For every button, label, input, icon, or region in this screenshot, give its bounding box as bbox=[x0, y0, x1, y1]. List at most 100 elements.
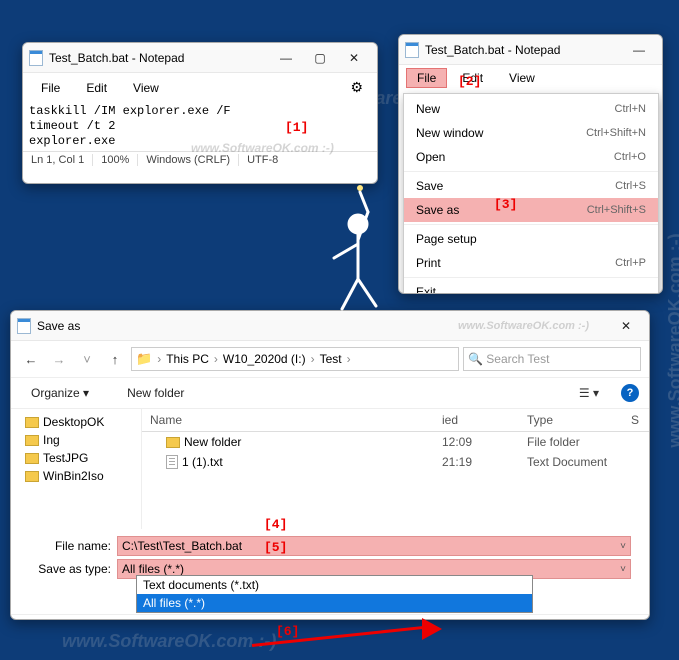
label: Save bbox=[416, 179, 615, 193]
file-row-folder[interactable]: New folder 12:09 File folder bbox=[142, 432, 649, 452]
help-button[interactable]: ? bbox=[621, 384, 639, 402]
menu-exit[interactable]: Exit bbox=[404, 280, 658, 294]
folder-tree[interactable]: DesktopOK Ing TestJPG WinBin2Iso bbox=[11, 409, 141, 529]
col-size[interactable]: S bbox=[631, 413, 649, 427]
window-title: Test_Batch.bat - Notepad bbox=[425, 43, 622, 57]
menu-save[interactable]: SaveCtrl+S bbox=[404, 174, 658, 198]
label: TestJPG bbox=[43, 451, 88, 465]
nav-up-button[interactable]: ↑ bbox=[103, 352, 127, 367]
menu-view[interactable]: View bbox=[499, 69, 545, 87]
menu-page-setup[interactable]: Page setup bbox=[404, 227, 658, 251]
crumb-folder[interactable]: Test bbox=[318, 352, 344, 366]
folder-icon bbox=[166, 437, 180, 448]
shortcut: Ctrl+Shift+N bbox=[586, 127, 646, 139]
menu-edit[interactable]: Edit bbox=[76, 79, 117, 97]
search-icon: 🔍 bbox=[468, 352, 483, 366]
organize-button[interactable]: Organize ▾ bbox=[21, 384, 99, 402]
side-desktopok[interactable]: DesktopOK bbox=[25, 413, 137, 431]
watermark-overlay: www.SoftwareOK.com :-) bbox=[458, 320, 589, 332]
option-text-documents[interactable]: Text documents (*.txt) bbox=[137, 576, 532, 594]
minimize-button[interactable]: ― bbox=[269, 48, 303, 68]
label: WinBin2Iso bbox=[43, 469, 104, 483]
shortcut: Ctrl+N bbox=[615, 103, 646, 115]
menu-new[interactable]: NewCtrl+N bbox=[404, 97, 658, 121]
decorative-figure bbox=[310, 184, 400, 324]
savetype-value: All files (*.*) bbox=[122, 562, 184, 576]
label: Exit bbox=[416, 285, 646, 294]
titlebar[interactable]: Test_Batch.bat - Notepad ― ▢ ✕ bbox=[23, 43, 377, 73]
list-header: Name ied Type S bbox=[142, 409, 649, 432]
side-winbin2iso[interactable]: WinBin2Iso bbox=[25, 467, 137, 485]
settings-gear-icon[interactable]: ⚙ bbox=[344, 77, 369, 98]
menu-view[interactable]: View bbox=[123, 79, 169, 97]
folder-icon bbox=[25, 435, 39, 446]
label: Open bbox=[416, 150, 614, 164]
savetype-label: Save as type: bbox=[29, 562, 111, 576]
watermark-side: www.SoftwareOK.com :-) bbox=[665, 233, 679, 447]
savetype-dropdown: Text documents (*.txt) All files (*.*) bbox=[136, 575, 533, 613]
side-testjpg[interactable]: TestJPG bbox=[25, 449, 137, 467]
notepad-window-2: Test_Batch.bat - Notepad ― File Edit Vie… bbox=[398, 34, 663, 294]
nav-forward-button[interactable]: → bbox=[47, 352, 71, 367]
crumb-sep: › bbox=[346, 352, 352, 366]
minimize-button[interactable]: ― bbox=[622, 40, 656, 60]
filename-value: C:\Test\Test_Batch.bat bbox=[122, 539, 242, 553]
editor-body[interactable]: taskkill /IM explorer.exe /F timeout /t … bbox=[23, 102, 377, 151]
annotation-6: [6] bbox=[276, 624, 299, 639]
nav-back-button[interactable]: ← bbox=[19, 352, 43, 367]
filename-label: File name: bbox=[29, 539, 111, 553]
close-button[interactable]: ✕ bbox=[337, 48, 371, 68]
menu-print[interactable]: PrintCtrl+P bbox=[404, 251, 658, 275]
label: New bbox=[416, 102, 615, 116]
file-row-txt[interactable]: 1 (1).txt 21:19 Text Document bbox=[142, 452, 649, 472]
window-title: Test_Batch.bat - Notepad bbox=[49, 51, 269, 65]
maximize-button[interactable]: ▢ bbox=[303, 48, 337, 68]
crumb-sep: › bbox=[310, 352, 316, 366]
view-options-button[interactable]: ☰ ▾ bbox=[575, 386, 603, 400]
dropdown-caret-icon[interactable]: ˅ bbox=[620, 564, 626, 575]
status-encoding: UTF-8 bbox=[238, 154, 286, 166]
crumb-drive[interactable]: W10_2020d (I:) bbox=[221, 352, 308, 366]
nav-recent-button[interactable]: ˅ bbox=[75, 352, 99, 367]
menu-new-window[interactable]: New windowCtrl+Shift+N bbox=[404, 121, 658, 145]
shortcut: Ctrl+Shift+S bbox=[587, 204, 646, 216]
annotation-arrow bbox=[252, 620, 442, 650]
close-button[interactable]: ✕ bbox=[609, 316, 643, 336]
crumb-sep: › bbox=[213, 352, 219, 366]
notepad-icon bbox=[17, 318, 31, 334]
col-type[interactable]: Type bbox=[527, 413, 631, 427]
line1: taskkill /IM explorer.exe /F bbox=[29, 104, 231, 118]
file-date: 21:19 bbox=[442, 455, 527, 469]
notepad-icon bbox=[29, 50, 43, 66]
dropdown-caret-icon[interactable]: ˅ bbox=[620, 541, 626, 552]
option-all-files[interactable]: All files (*.*) bbox=[137, 594, 532, 612]
address-bar[interactable]: 📁 › This PC › W10_2020d (I:) › Test › bbox=[131, 347, 459, 371]
side-ing[interactable]: Ing bbox=[25, 431, 137, 449]
col-date[interactable]: ied bbox=[442, 413, 527, 427]
file-menu-dropdown: NewCtrl+N New windowCtrl+Shift+N OpenCtr… bbox=[403, 93, 659, 294]
menu-edit[interactable]: Edit bbox=[452, 69, 493, 87]
menu-file[interactable]: File bbox=[31, 79, 70, 97]
col-name[interactable]: Name bbox=[150, 413, 442, 427]
shortcut: Ctrl+O bbox=[614, 151, 646, 163]
search-input[interactable]: 🔍 Search Test bbox=[463, 347, 641, 371]
titlebar[interactable]: Test_Batch.bat - Notepad ― bbox=[399, 35, 662, 65]
status-position: Ln 1, Col 1 bbox=[23, 154, 92, 166]
watermark-bg: www.SoftwareOK.com :-) bbox=[62, 631, 276, 652]
menu-save-as[interactable]: Save asCtrl+Shift+S bbox=[404, 198, 658, 222]
menu-open[interactable]: OpenCtrl+O bbox=[404, 145, 658, 169]
file-type: File folder bbox=[527, 435, 631, 449]
label: New window bbox=[416, 126, 586, 140]
new-folder-button[interactable]: New folder bbox=[117, 384, 194, 402]
label: Page setup bbox=[416, 232, 646, 246]
status-bar: Ln 1, Col 1 100% Windows (CRLF) UTF-8 bbox=[23, 151, 377, 168]
label: Print bbox=[416, 256, 615, 270]
label: Ing bbox=[43, 433, 60, 447]
crumb-this-pc[interactable]: This PC bbox=[164, 352, 211, 366]
filename-input[interactable]: C:\Test\Test_Batch.bat ˅ bbox=[117, 536, 631, 556]
text-file-icon bbox=[166, 455, 178, 469]
file-list[interactable]: Name ied Type S New folder 12:09 File fo… bbox=[141, 409, 649, 529]
notepad-window-1: Test_Batch.bat - Notepad ― ▢ ✕ File Edit… bbox=[22, 42, 378, 184]
menu-file[interactable]: File bbox=[407, 69, 446, 87]
shortcut: Ctrl+P bbox=[615, 257, 646, 269]
